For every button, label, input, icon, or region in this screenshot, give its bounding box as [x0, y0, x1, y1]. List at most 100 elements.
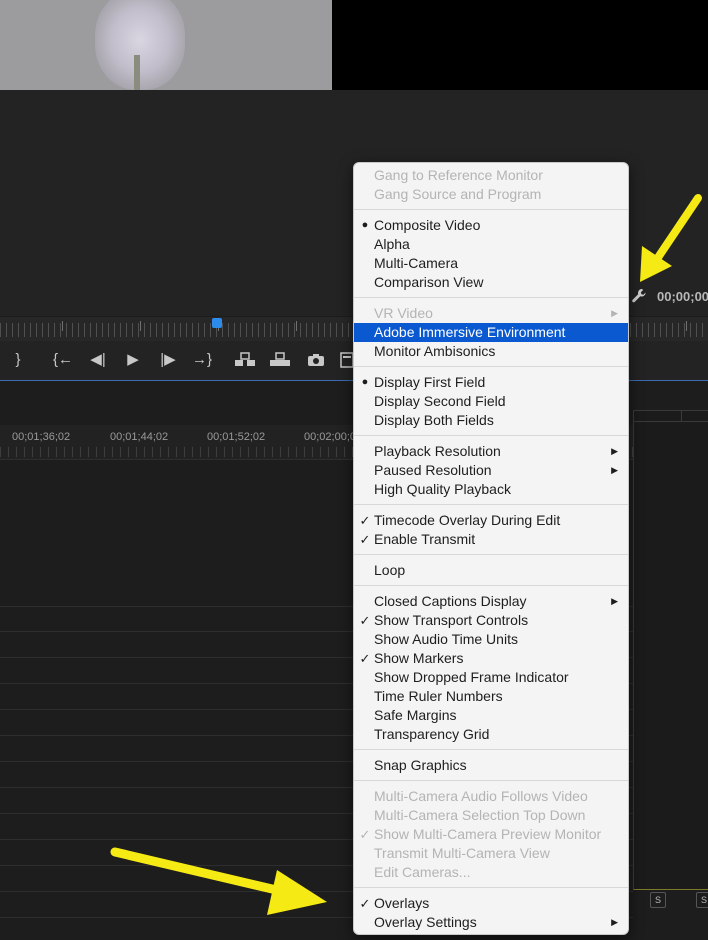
- menu-item-playback-resolution[interactable]: Playback Resolution ▶: [354, 442, 628, 461]
- checkmark-icon: ✓: [359, 651, 371, 666]
- menu-item-label: Closed Captions Display: [374, 593, 527, 609]
- menu-item-time-ruler-numbers[interactable]: Time Ruler Numbers: [354, 687, 628, 706]
- menu-item-monitor-ambisonics[interactable]: Monitor Ambisonics: [354, 342, 628, 361]
- submenu-arrow-icon: ▶: [611, 465, 618, 475]
- menu-item-transparency-grid[interactable]: Transparency Grid: [354, 725, 628, 744]
- menu-separator: [354, 585, 628, 586]
- checkmark-icon: ✓: [359, 513, 371, 528]
- ruler-major-tick: [62, 321, 63, 331]
- menu-item-composite-video[interactable]: ● Composite Video: [354, 216, 628, 235]
- menu-item-closed-captions-display[interactable]: Closed Captions Display ▶: [354, 592, 628, 611]
- meter-divider: [681, 411, 682, 421]
- flower-stem: [134, 55, 140, 90]
- menu-item-multi-camera-selection-top-down: Multi-Camera Selection Top Down: [354, 806, 628, 825]
- timeline-ruler-label: 00;01;36;02: [12, 431, 71, 443]
- checkmark-icon: ✓: [359, 532, 371, 547]
- menu-item-high-quality-playback[interactable]: High Quality Playback: [354, 480, 628, 499]
- menu-item-label: Show Audio Time Units: [374, 631, 518, 647]
- menu-item-label: Show Transport Controls: [374, 612, 529, 628]
- step-forward-icon[interactable]: |▶: [157, 351, 179, 369]
- menu-item-adobe-immersive-environment[interactable]: Adobe Immersive Environment: [354, 323, 628, 342]
- menu-separator: [354, 209, 628, 210]
- menu-item-show-markers[interactable]: ✓ Show Markers: [354, 649, 628, 668]
- flower-image: [95, 0, 185, 90]
- menu-item-label: Timecode Overlay During Edit: [374, 512, 561, 528]
- menu-item-label: Composite Video: [374, 217, 481, 233]
- menu-item-label: Multi-Camera: [374, 255, 459, 271]
- menu-item-label: Snap Graphics: [374, 757, 467, 773]
- menu-item-label: Multi-Camera Audio Follows Video: [374, 788, 588, 804]
- menu-item-label: Paused Resolution: [374, 462, 492, 478]
- menu-item-vr-video: VR Video ▶: [354, 304, 628, 323]
- menu-item-display-both-fields[interactable]: Display Both Fields: [354, 411, 628, 430]
- solo-button[interactable]: S: [650, 892, 666, 908]
- audio-meter-panel: [633, 410, 708, 890]
- menu-item-timecode-overlay-during-edit[interactable]: ✓ Timecode Overlay During Edit: [354, 511, 628, 530]
- wrench-icon[interactable]: [631, 288, 647, 304]
- ruler-major-tick: [296, 321, 297, 331]
- menu-item-label: Display First Field: [374, 374, 486, 390]
- menu-item-label: Comparison View: [374, 274, 484, 290]
- menu-item-multi-camera[interactable]: Multi-Camera: [354, 254, 628, 273]
- timeline-ruler-label: 00;01;52;02: [207, 431, 266, 443]
- menu-item-show-transport-controls[interactable]: ✓ Show Transport Controls: [354, 611, 628, 630]
- menu-item-show-audio-time-units[interactable]: Show Audio Time Units: [354, 630, 628, 649]
- menu-item-label: Gang to Reference Monitor: [374, 167, 543, 183]
- menu-item-label: Display Both Fields: [374, 412, 494, 428]
- checkmark-icon: ✓: [359, 827, 371, 842]
- go-to-in-icon[interactable]: {←: [52, 351, 74, 369]
- submenu-arrow-icon: ▶: [611, 308, 618, 318]
- solo-button[interactable]: S: [696, 892, 708, 908]
- menu-item-label: Multi-Camera Selection Top Down: [374, 807, 586, 823]
- menu-item-alpha[interactable]: Alpha: [354, 235, 628, 254]
- menu-item-gang-to-reference-monitor: Gang to Reference Monitor: [354, 166, 628, 185]
- menu-item-display-first-field[interactable]: ● Display First Field: [354, 373, 628, 392]
- menu-separator: [354, 297, 628, 298]
- menu-item-label: Time Ruler Numbers: [374, 688, 503, 704]
- menu-item-overlays[interactable]: ✓ Overlays: [354, 894, 628, 913]
- menu-item-label: Alpha: [374, 236, 410, 252]
- menu-item-label: Monitor Ambisonics: [374, 343, 496, 359]
- menu-item-show-dropped-frame-indicator[interactable]: Show Dropped Frame Indicator: [354, 668, 628, 687]
- submenu-arrow-icon: ▶: [611, 917, 618, 927]
- menu-item-enable-transmit[interactable]: ✓ Enable Transmit: [354, 530, 628, 549]
- menu-item-snap-graphics[interactable]: Snap Graphics: [354, 756, 628, 775]
- bullet-icon: ●: [361, 376, 369, 388]
- menu-item-label: Edit Cameras...: [374, 864, 471, 880]
- menu-separator: [354, 504, 628, 505]
- menu-item-edit-cameras: Edit Cameras...: [354, 863, 628, 882]
- insert-icon[interactable]: [234, 352, 256, 368]
- menu-item-label: Show Markers: [374, 650, 464, 666]
- menu-item-safe-margins[interactable]: Safe Margins: [354, 706, 628, 725]
- ruler-major-tick: [686, 321, 687, 331]
- menu-item-label: Loop: [374, 562, 406, 578]
- playhead-timecode[interactable]: 00;00;00: [657, 289, 708, 304]
- program-monitor-video: [0, 0, 332, 90]
- menu-item-paused-resolution[interactable]: Paused Resolution ▶: [354, 461, 628, 480]
- menu-separator: [354, 366, 628, 367]
- play-icon[interactable]: ▶: [122, 351, 144, 369]
- overwrite-icon[interactable]: [269, 352, 291, 368]
- submenu-arrow-icon: ▶: [611, 446, 618, 456]
- playhead-marker[interactable]: [212, 318, 222, 328]
- button-editor-icon[interactable]: [340, 352, 354, 368]
- menu-item-overlay-settings[interactable]: Overlay Settings ▶: [354, 913, 628, 932]
- menu-item-loop[interactable]: Loop: [354, 561, 628, 580]
- menu-separator: [354, 554, 628, 555]
- export-frame-icon[interactable]: [307, 353, 325, 367]
- menu-item-comparison-view[interactable]: Comparison View: [354, 273, 628, 292]
- submenu-arrow-icon: ▶: [611, 596, 618, 606]
- menu-item-label: Overlay Settings: [374, 914, 477, 930]
- menu-item-label: Safe Margins: [374, 707, 457, 723]
- go-to-out-icon[interactable]: →}: [191, 351, 213, 369]
- menu-separator: [354, 749, 628, 750]
- bullet-icon: ●: [361, 219, 369, 231]
- menu-item-label: VR Video: [374, 305, 433, 321]
- mark-out-icon[interactable]: }: [7, 351, 29, 369]
- annotation-arrow-icon: [110, 847, 327, 915]
- menu-item-display-second-field[interactable]: Display Second Field: [354, 392, 628, 411]
- menu-item-label: Display Second Field: [374, 393, 506, 409]
- step-back-icon[interactable]: ◀|: [87, 351, 109, 369]
- annotation-arrow-icon: [640, 194, 702, 282]
- menu-item-label: Adobe Immersive Environment: [374, 324, 566, 340]
